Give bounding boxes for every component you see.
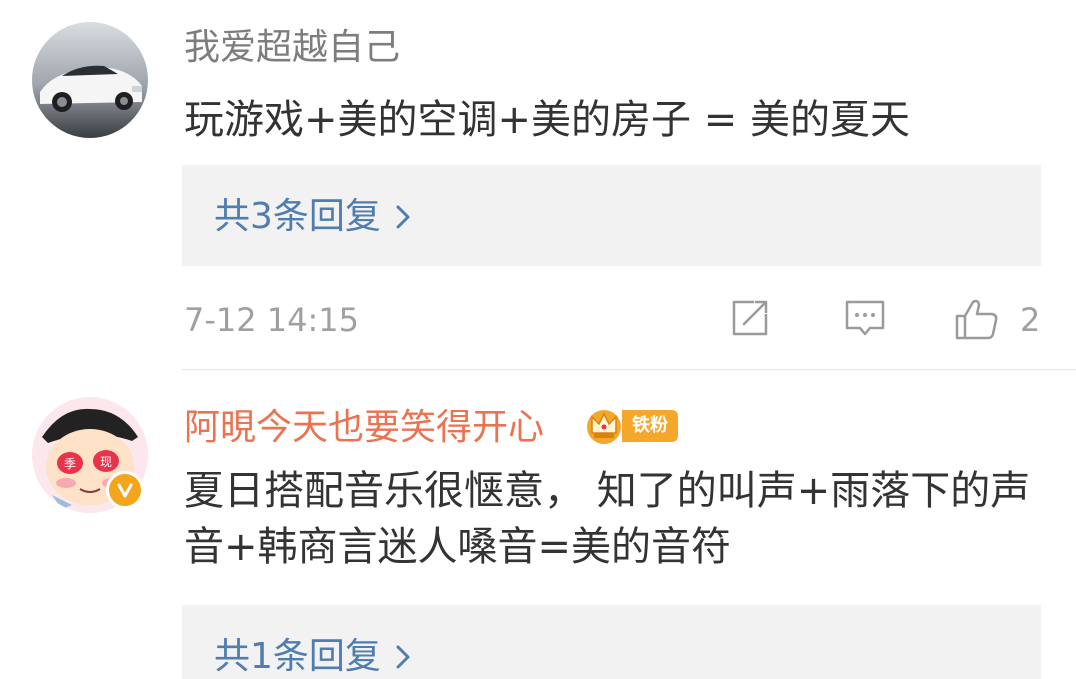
- timestamp: 7-12 14:15: [184, 301, 360, 339]
- fan-badge: 铁粉: [622, 410, 678, 442]
- avatar[interactable]: [32, 22, 148, 138]
- comment-button[interactable]: [842, 296, 888, 344]
- verified-v-icon: [106, 471, 144, 509]
- share-icon: [732, 300, 768, 336]
- reply-box[interactable]: 共1条回复: [182, 605, 1041, 679]
- comment-footer: 7-12 14:15 2: [184, 296, 1044, 344]
- view-replies-link[interactable]: 共3条回复: [214, 195, 411, 239]
- chevron-right-icon: [396, 205, 410, 229]
- like-count: 2: [1020, 301, 1041, 339]
- comment-icon: [845, 300, 885, 336]
- view-replies-link[interactable]: 共1条回复: [214, 635, 411, 679]
- username[interactable]: 阿晛今天也要笑得开心: [184, 406, 544, 450]
- like-button[interactable]: [952, 296, 1000, 346]
- thumbs-up-icon: [955, 299, 998, 340]
- username[interactable]: 我爱超越自己: [184, 26, 400, 70]
- comment-text: 夏日搭配音乐很惬意， 知了的叫声+雨落下的声音+韩商言迷人嗓音=美的音符: [184, 468, 1031, 570]
- view-replies-label: 共3条回复: [214, 196, 381, 237]
- comment-item: 季 现 阿晛今天也要笑得开心 铁粉 夏日搭配音乐很惬意， 知了的叫声+雨落下的声…: [0, 370, 1076, 679]
- comment-text: 玩游戏+美的空调+美的房子 = 美的夏天: [184, 97, 910, 143]
- comment-item: 我爱超越自己 玩游戏+美的空调+美的房子 = 美的夏天 共3条回复 7-12 1…: [0, 0, 1076, 370]
- chevron-right-icon: [396, 645, 410, 669]
- reply-box[interactable]: 共3条回复: [182, 165, 1041, 266]
- svg-text:季: 季: [64, 457, 76, 471]
- share-button[interactable]: [728, 296, 772, 344]
- svg-text:现: 现: [100, 455, 112, 469]
- view-replies-label: 共1条回复: [214, 636, 381, 677]
